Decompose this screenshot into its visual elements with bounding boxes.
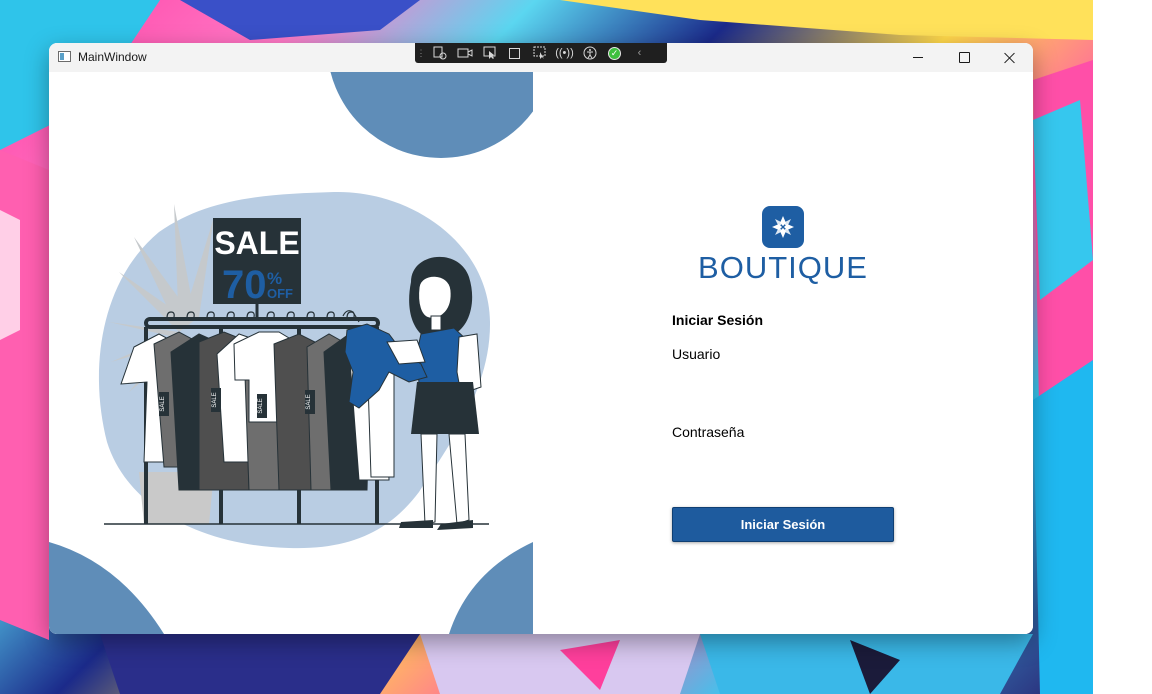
track-focused-element-icon[interactable] [527, 43, 552, 63]
decor-blob-bottom-right [449, 542, 533, 634]
sale-sign-title: SALE [214, 225, 299, 261]
desktop-edge [1093, 0, 1152, 694]
password-input[interactable] [672, 447, 898, 475]
select-element-icon[interactable] [477, 43, 502, 63]
main-window: MainWindow ⋮ ((•)) ✓ ‹ SALE 70 % OFF SAL… [49, 43, 1033, 634]
maximize-icon [958, 52, 970, 63]
username-input[interactable] [672, 369, 898, 397]
checkmark-icon[interactable]: ✓ [602, 43, 627, 63]
login-heading: Iniciar Sesión [672, 312, 764, 328]
camera-icon[interactable] [452, 43, 477, 63]
minimize-icon [913, 57, 923, 58]
close-icon [1004, 52, 1016, 64]
boutique-illustration: SALE 70 % OFF SALE SALE SALE SALE [49, 72, 533, 634]
hot-reload-icon[interactable]: ((•)) [552, 43, 577, 63]
brand-name: BOUTIQUE [698, 250, 868, 285]
title-bar[interactable]: MainWindow ⋮ ((•)) ✓ ‹ [49, 43, 1033, 72]
sale-tag-4: SALE [306, 394, 312, 409]
login-panel: BOUTIQUE Iniciar Sesión Usuario Contrase… [533, 72, 1033, 634]
sale-tag-2: SALE [212, 392, 218, 407]
maximize-button[interactable] [941, 43, 987, 72]
collapse-chevron-icon[interactable]: ‹ [627, 43, 652, 63]
flower-icon [772, 216, 794, 238]
decor-blob-bottom-left [49, 542, 164, 634]
window-title: MainWindow [78, 50, 147, 64]
sale-tag-1: SALE [160, 396, 166, 411]
sale-sign-percent: 70 [222, 263, 267, 307]
decor-circle-top [330, 72, 533, 158]
boutique-logo [762, 206, 804, 248]
close-button[interactable] [987, 43, 1033, 72]
sale-sign-off: OFF [267, 286, 293, 301]
username-label: Usuario [672, 346, 721, 362]
minimize-button[interactable] [895, 43, 941, 72]
app-window-icon [58, 51, 71, 62]
accessibility-icon[interactable] [577, 43, 602, 63]
sale-tag-3: SALE [258, 398, 264, 413]
live-visual-tree-icon[interactable] [427, 43, 452, 63]
grip-icon[interactable]: ⋮ [415, 43, 427, 63]
display-layout-adorners-icon[interactable] [502, 43, 527, 63]
illustration-panel: SALE 70 % OFF SALE SALE SALE SALE [49, 72, 533, 634]
password-label: Contraseña [672, 424, 745, 440]
xaml-debug-toolbar: ⋮ ((•)) ✓ ‹ [415, 43, 667, 63]
login-button[interactable]: Iniciar Sesión [672, 507, 894, 542]
